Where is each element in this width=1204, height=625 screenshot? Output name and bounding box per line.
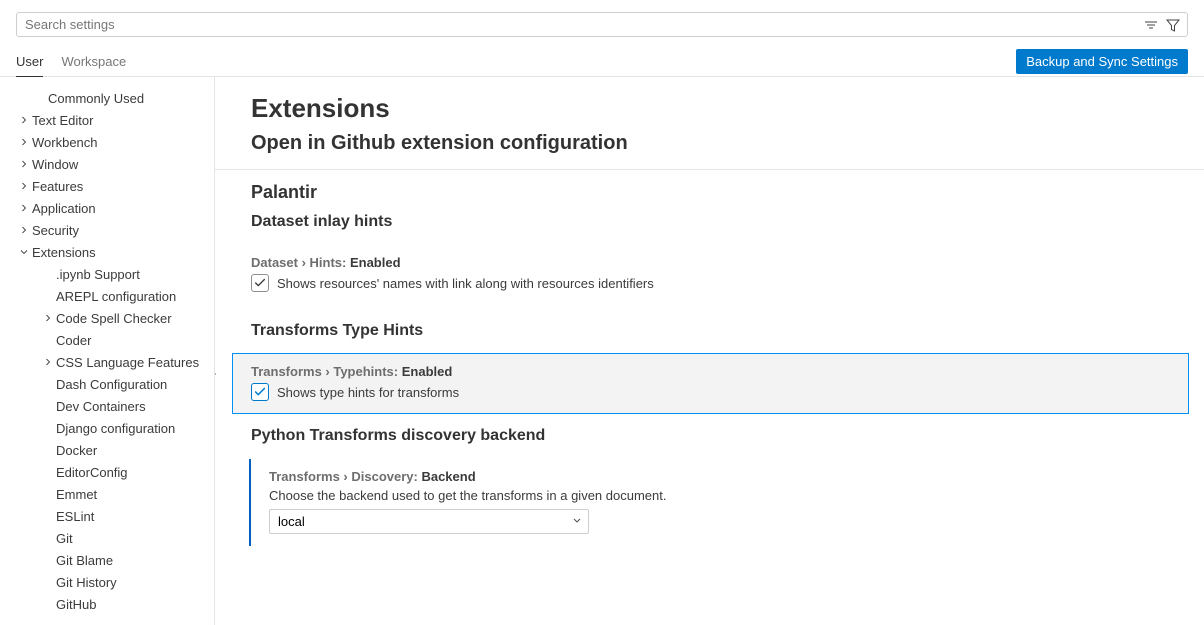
tree-item-label: Security: [32, 223, 79, 238]
tree-item-label: CSS Language Features: [56, 355, 199, 370]
tree-item-label: .ipynb Support: [56, 267, 140, 282]
tree-item[interactable]: GitHub: [0, 593, 214, 615]
setting-dataset-hints-enabled: Dataset › Hints: Enabled Shows resources…: [215, 245, 1204, 304]
tree-item[interactable]: Django configuration: [0, 417, 214, 439]
tree-item-label: Django configuration: [56, 421, 175, 436]
tree-item[interactable]: Code Spell Checker: [0, 307, 214, 329]
setting-key-name: Enabled: [350, 255, 401, 270]
backup-sync-button[interactable]: Backup and Sync Settings: [1016, 49, 1188, 74]
search-input[interactable]: [16, 12, 1188, 37]
tree-item[interactable]: Dev Containers: [0, 395, 214, 417]
setting-transforms-discovery-backend: Transforms › Discovery: Backend Choose t…: [249, 459, 1204, 546]
tree-item-label: EditorConfig: [56, 465, 128, 480]
tree-item-label: Text Editor: [32, 113, 93, 128]
tree-item-label: ESLint: [56, 509, 94, 524]
tree-item-label: Docker: [56, 443, 97, 458]
setting-key-prefix: Transforms › Discovery:: [269, 469, 421, 484]
chevron-right-icon[interactable]: [16, 222, 32, 238]
tab-workspace[interactable]: Workspace: [61, 48, 126, 76]
tree-item-label: GitHub: [56, 597, 96, 612]
setting-key-name: Backend: [421, 469, 475, 484]
tree-item-label: Git History: [56, 575, 117, 590]
tree-item[interactable]: Text Editor: [0, 109, 214, 131]
tree-item[interactable]: ESLint: [0, 505, 214, 527]
settings-content: Extensions Open in Github extension conf…: [215, 77, 1204, 625]
tree-item[interactable]: Features: [0, 175, 214, 197]
heading-dataset-inlay: Dataset inlay hints: [251, 213, 1168, 231]
divider: [215, 169, 1204, 170]
clear-filters-icon[interactable]: [1142, 16, 1160, 34]
tree-item-label: Workbench: [32, 135, 98, 150]
tree-item-label: Coder: [56, 333, 91, 348]
tree-item[interactable]: Git: [0, 527, 214, 549]
chevron-right-icon[interactable]: [40, 354, 56, 370]
heading-palantir: Palantir: [251, 182, 1168, 203]
tree-item[interactable]: Git Blame: [0, 549, 214, 571]
tree-item-label: Features: [32, 179, 83, 194]
chevron-right-icon[interactable]: [16, 134, 32, 150]
tree-item-label: Dash Configuration: [56, 377, 167, 392]
heading-extensions: Extensions: [251, 93, 1168, 124]
tree-item[interactable]: Window: [0, 153, 214, 175]
chevron-down-icon[interactable]: [16, 244, 32, 260]
tree-item-label: AREPL configuration: [56, 289, 176, 304]
tree-item[interactable]: .ipynb Support: [0, 263, 214, 285]
heading-open-in-github: Open in Github extension configuration: [251, 132, 1168, 155]
checkbox-transforms-typehints[interactable]: [251, 383, 269, 401]
tree-item[interactable]: Coder: [0, 329, 214, 351]
tree-item-label: Commonly Used: [48, 91, 144, 106]
gear-icon[interactable]: [215, 366, 217, 385]
tree-item[interactable]: Security: [0, 219, 214, 241]
select-discovery-backend[interactable]: local: [269, 509, 589, 534]
tree-item[interactable]: Docker: [0, 439, 214, 461]
tab-user[interactable]: User: [16, 48, 43, 76]
filter-icon[interactable]: [1164, 16, 1182, 34]
tree-item[interactable]: AREPL configuration: [0, 285, 214, 307]
tree-item[interactable]: Dash Configuration: [0, 373, 214, 395]
setting-transforms-typehints-enabled: Transforms › Typehints: Enabled Shows ty…: [233, 354, 1188, 413]
heading-transforms-type-hints: Transforms Type Hints: [251, 322, 1168, 340]
tree-item-label: Extensions: [32, 245, 96, 260]
tree-item[interactable]: CSS Language Features: [0, 351, 214, 373]
setting-desc: Shows resources' names with link along w…: [277, 276, 654, 291]
tree-item[interactable]: Git History: [0, 571, 214, 593]
chevron-right-icon[interactable]: [16, 112, 32, 128]
heading-python-transforms-discovery: Python Transforms discovery backend: [251, 427, 1168, 445]
tree-item[interactable]: Workbench: [0, 131, 214, 153]
setting-key: Transforms › Typehints: Enabled: [251, 364, 1170, 379]
setting-desc: Shows type hints for transforms: [277, 385, 459, 400]
setting-key-prefix: Transforms › Typehints:: [251, 364, 402, 379]
settings-tree: Commonly Used Text Editor Workbench Window F…: [0, 77, 215, 625]
tree-item[interactable]: Application: [0, 197, 214, 219]
setting-key: Dataset › Hints: Enabled: [251, 255, 1168, 270]
setting-desc: Choose the backend used to get the trans…: [269, 488, 1168, 503]
chevron-right-icon[interactable]: [40, 310, 56, 326]
setting-key-name: Enabled: [402, 364, 453, 379]
tree-item[interactable]: Extensions: [0, 241, 214, 263]
chevron-right-icon[interactable]: [16, 156, 32, 172]
checkbox-dataset-hints[interactable]: [251, 274, 269, 292]
tree-item-label: Application: [32, 201, 96, 216]
setting-key: Transforms › Discovery: Backend: [269, 469, 1168, 484]
tree-item[interactable]: Emmet: [0, 483, 214, 505]
tree-item-label: Git: [56, 531, 73, 546]
tree-item-label: Code Spell Checker: [56, 311, 172, 326]
tree-item-label: Emmet: [56, 487, 97, 502]
tree-item-label: Window: [32, 157, 78, 172]
tree-item-label: Git Blame: [56, 553, 113, 568]
chevron-right-icon[interactable]: [16, 178, 32, 194]
tree-item[interactable]: Commonly Used: [0, 87, 214, 109]
chevron-right-icon[interactable]: [16, 200, 32, 216]
setting-key-prefix: Dataset › Hints:: [251, 255, 350, 270]
tree-item[interactable]: EditorConfig: [0, 461, 214, 483]
tree-item-label: Dev Containers: [56, 399, 146, 414]
